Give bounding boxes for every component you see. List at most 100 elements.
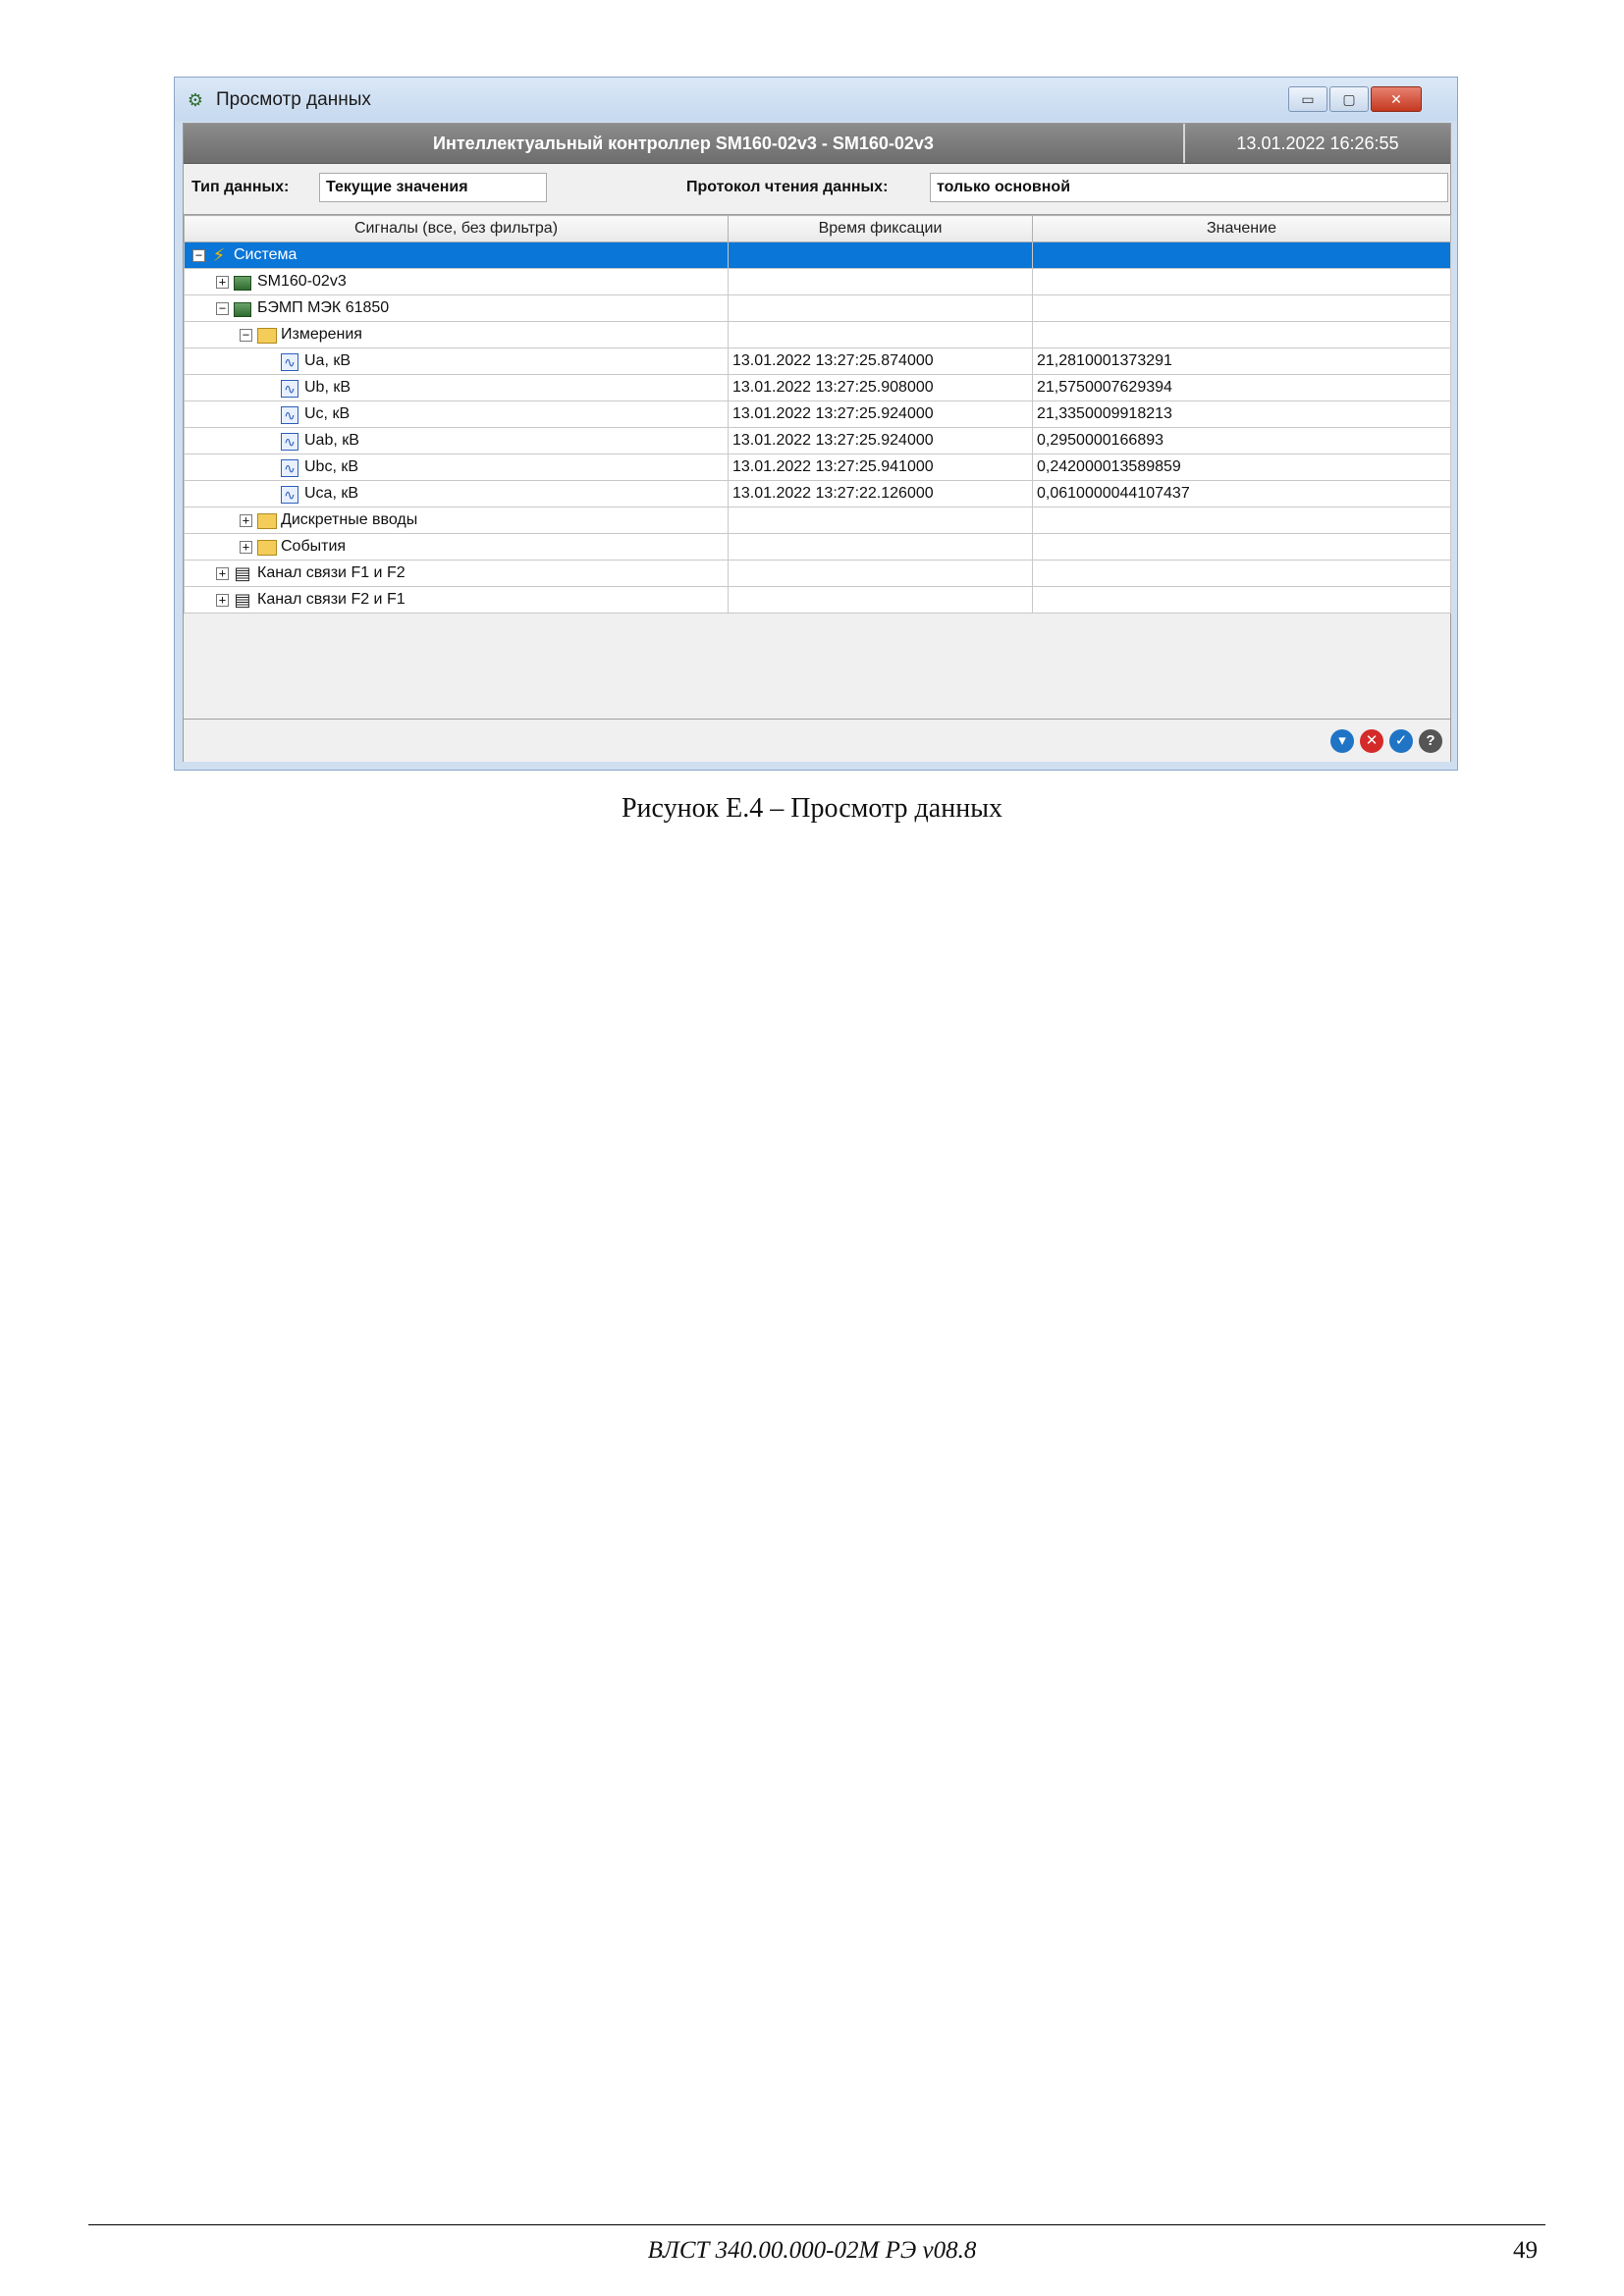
- table-row[interactable]: ∿ Ub, кВ 13.01.2022 13:27:25.908000 21,5750…: [184, 374, 1451, 401]
- signal-name-cell[interactable]: + ▤ Канал связи F2 и F1: [184, 586, 729, 614]
- table-row[interactable]: ∿ Ubc, кВ 13.01.2022 13:27:25.941000 0,2420…: [184, 454, 1451, 481]
- table-row[interactable]: − Измерения: [184, 321, 1451, 348]
- figure-caption: Рисунок Е.4 – Просмотр данных: [621, 793, 1003, 824]
- signal-name: Канал связи F1 и F2: [257, 564, 406, 581]
- column-header-time[interactable]: Время фиксации: [728, 215, 1033, 242]
- maximize-button[interactable]: ▢: [1329, 86, 1369, 112]
- expand-toggle[interactable]: +: [216, 594, 229, 607]
- signal-name: События: [281, 538, 347, 555]
- signal-name-cell[interactable]: − Измерения: [184, 321, 729, 348]
- footer-divider: [88, 2224, 1545, 2225]
- fixation-time-cell: 13.01.2022 13:27:25.941000: [728, 454, 1033, 481]
- protocol-field[interactable]: только основной: [930, 173, 1448, 202]
- signal-name-cell[interactable]: − ⚡ Система: [184, 241, 729, 269]
- fixation-time-cell: [728, 321, 1033, 348]
- fixation-time-cell: 13.01.2022 13:27:22.126000: [728, 480, 1033, 507]
- confirm-icon[interactable]: ✓: [1389, 729, 1413, 753]
- table-row[interactable]: + ▤ Канал связи F1 и F2: [184, 560, 1451, 587]
- signal-name: БЭМП МЭК 61850: [257, 299, 390, 316]
- signal-name: Дискретные вводы: [281, 511, 418, 528]
- signal-name-cell[interactable]: ∿ Uc, кВ: [184, 400, 729, 428]
- value-cell: [1032, 533, 1451, 561]
- signals-table: Сигналы (все, без фильтра) Время фиксаци…: [184, 215, 1451, 614]
- footer-document-code: ВЛСТ 340.00.000-02М РЭ v08.8: [647, 2237, 977, 2264]
- data-view-window: ⚙ Просмотр данных ▭ ▢ ✕ Интеллектуальный…: [174, 77, 1458, 771]
- folder-icon: [257, 540, 277, 556]
- minimize-button[interactable]: ▭: [1288, 86, 1327, 112]
- signal-name: Ua, кВ: [304, 352, 352, 369]
- signal-name-cell[interactable]: ∿ Ubc, кВ: [184, 454, 729, 481]
- window-titlebar[interactable]: ⚙ Просмотр данных ▭ ▢ ✕: [175, 78, 1457, 121]
- collapse-toggle[interactable]: −: [240, 329, 252, 342]
- cancel-icon[interactable]: ✕: [1360, 729, 1383, 753]
- table-row[interactable]: + ▤ Канал связи F2 и F1: [184, 586, 1451, 614]
- fixation-time-cell: 13.01.2022 13:27:25.874000: [728, 347, 1033, 375]
- window-content: Интеллектуальный контроллер SM160-02v3 -…: [183, 123, 1451, 762]
- collapse-toggle[interactable]: −: [216, 302, 229, 315]
- table-row[interactable]: + SM160-02v3: [184, 268, 1451, 295]
- signal-name: Канал связи F2 и F1: [257, 591, 406, 608]
- fixation-time-cell: [728, 533, 1033, 561]
- signal-name: Ubc, кВ: [304, 458, 359, 475]
- table-row[interactable]: ∿ Ua, кВ 13.01.2022 13:27:25.874000 21,2810…: [184, 347, 1451, 375]
- folder-icon: [257, 328, 277, 344]
- data-type-field[interactable]: Текущие значения: [319, 173, 547, 202]
- signal-name: Измерения: [281, 326, 362, 343]
- signal-name-cell[interactable]: ∿ Ub, кВ: [184, 374, 729, 401]
- page-number: 49: [1513, 2237, 1538, 2264]
- value-cell: 0,242000013589859: [1032, 454, 1451, 481]
- fixation-time-cell: [728, 507, 1033, 534]
- table-row[interactable]: − БЭМП МЭК 61850: [184, 294, 1451, 322]
- fixation-time-cell: 13.01.2022 13:27:25.924000: [728, 400, 1033, 428]
- data-type-label: Тип данных:: [191, 179, 290, 195]
- signal-name: Uab, кВ: [304, 432, 359, 449]
- signal-name-cell[interactable]: + Дискретные вводы: [184, 507, 729, 534]
- signal-name-cell[interactable]: + События: [184, 533, 729, 561]
- value-cell: [1032, 507, 1451, 534]
- table-header-row: Сигналы (все, без фильтра) Время фиксаци…: [184, 215, 1451, 242]
- value-cell: [1032, 321, 1451, 348]
- filter-icon[interactable]: ▾: [1330, 729, 1354, 753]
- collapse-toggle[interactable]: −: [192, 249, 205, 262]
- lightning-icon: ⚡: [212, 245, 226, 265]
- column-header-value[interactable]: Значение: [1032, 215, 1451, 242]
- signal-wave-icon: ∿: [281, 380, 298, 398]
- status-bar: ▾ ✕ ✓ ?: [184, 719, 1450, 762]
- table-row[interactable]: + Дискретные вводы: [184, 507, 1451, 534]
- controller-header: Интеллектуальный контроллер SM160-02v3 -…: [184, 124, 1450, 164]
- controller-datetime: 13.01.2022 16:26:55: [1183, 124, 1450, 163]
- folder-icon: [257, 513, 277, 529]
- expand-toggle[interactable]: +: [216, 276, 229, 289]
- signal-name-cell[interactable]: + ▤ Канал связи F1 и F2: [184, 560, 729, 587]
- help-icon[interactable]: ?: [1419, 729, 1442, 753]
- signal-wave-icon: ∿: [281, 353, 298, 371]
- table-row[interactable]: ∿ Uab, кВ 13.01.2022 13:27:25.924000 0,2950…: [184, 427, 1451, 454]
- signal-name: SM160-02v3: [257, 273, 347, 290]
- signal-name-cell[interactable]: ∿ Ua, кВ: [184, 347, 729, 375]
- table-row[interactable]: − ⚡ Система: [184, 241, 1451, 269]
- close-button[interactable]: ✕: [1371, 86, 1422, 112]
- value-cell: 0,2950000166893: [1032, 427, 1451, 454]
- fixation-time-cell: [728, 294, 1033, 322]
- fixation-time-cell: [728, 560, 1033, 587]
- table-row[interactable]: + События: [184, 533, 1451, 561]
- signal-name-cell[interactable]: − БЭМП МЭК 61850: [184, 294, 729, 322]
- signal-name-cell[interactable]: ∿ Uca, кВ: [184, 480, 729, 507]
- fixation-time-cell: 13.01.2022 13:27:25.924000: [728, 427, 1033, 454]
- table-row[interactable]: ∿ Uc, кВ 13.01.2022 13:27:25.924000 21,3350…: [184, 400, 1451, 428]
- table-row[interactable]: ∿ Uca, кВ 13.01.2022 13:27:22.126000 0,0610…: [184, 480, 1451, 507]
- value-cell: [1032, 560, 1451, 587]
- expand-toggle[interactable]: +: [216, 567, 229, 580]
- fixation-time-cell: [728, 586, 1033, 614]
- column-header-signals[interactable]: Сигналы (все, без фильтра): [184, 215, 729, 242]
- signals-grid: Сигналы (все, без фильтра) Время фиксаци…: [184, 214, 1451, 614]
- signal-name-cell[interactable]: ∿ Uab, кВ: [184, 427, 729, 454]
- value-cell: 21,5750007629394: [1032, 374, 1451, 401]
- expand-toggle[interactable]: +: [240, 541, 252, 554]
- fixation-time-cell: 13.01.2022 13:27:25.908000: [728, 374, 1033, 401]
- signal-name-cell[interactable]: + SM160-02v3: [184, 268, 729, 295]
- expand-toggle[interactable]: +: [240, 514, 252, 527]
- channel-icon: ▤: [234, 563, 251, 583]
- protocol-label: Протокол чтения данных:: [686, 179, 889, 195]
- value-cell: [1032, 268, 1451, 295]
